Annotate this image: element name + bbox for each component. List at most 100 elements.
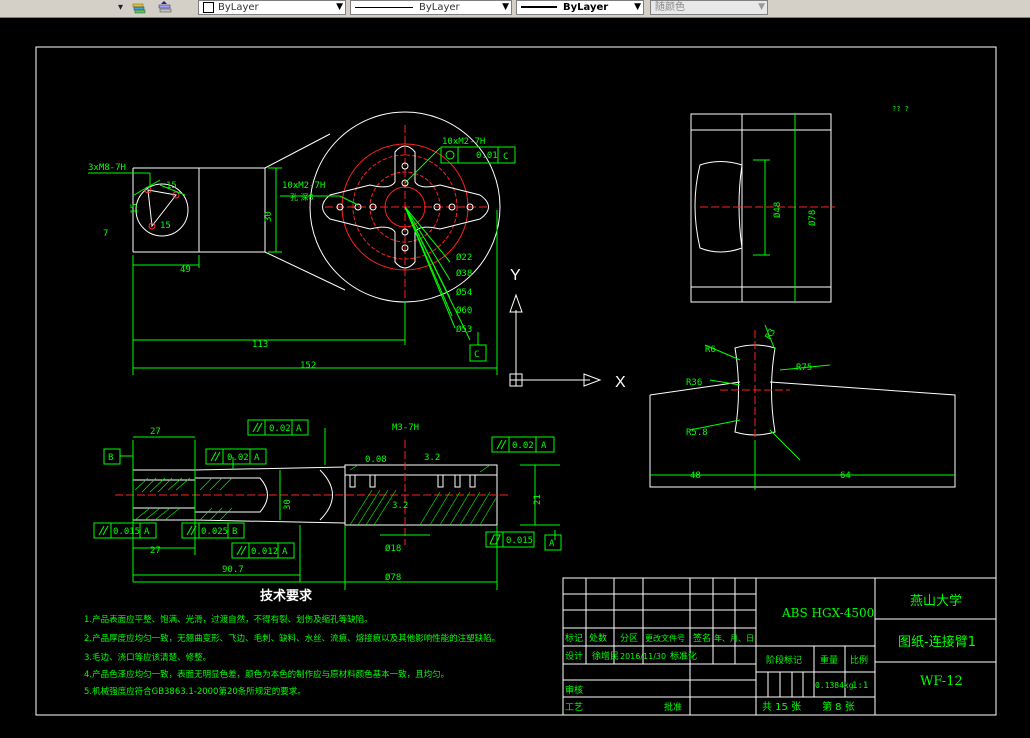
hdr-zone: 分区 bbox=[620, 633, 638, 644]
dropdown-arrow-icon[interactable]: ▾ bbox=[118, 0, 123, 16]
sect-dim-r75: R75 bbox=[796, 363, 812, 373]
hole-note: 3xM8-7H bbox=[88, 163, 126, 173]
datum-a-box: A bbox=[549, 539, 555, 549]
tol-4-datum: A bbox=[144, 527, 150, 537]
tol-1-datum: A bbox=[296, 424, 302, 434]
linetype-sample-icon bbox=[355, 6, 413, 8]
bolt-note: 10xM2-7H bbox=[442, 137, 485, 147]
dim-152: 152 bbox=[300, 361, 316, 371]
dim-7: 7 bbox=[103, 229, 108, 239]
ucs-y-label: Y bbox=[510, 267, 521, 284]
color-swatch-icon bbox=[203, 1, 214, 13]
chevron-down-icon: ▼ bbox=[336, 2, 343, 12]
tech-req-item: 4.产品色泽应均匀一致，表面无明显色差，颜色为本色的制作应与原材料颜色基本一致，… bbox=[84, 669, 449, 680]
tol-2-value: 0.02 bbox=[227, 453, 249, 463]
top-view-dims: 3xM8-7H 10xM2-7H 10xM2-7H 孔 深8 15 15 15 … bbox=[88, 137, 508, 371]
dim-27b: 27 bbox=[150, 546, 161, 556]
bolt-note-2: 10xM2-7H bbox=[282, 181, 325, 191]
hdr-docno: 更改文件号 bbox=[645, 633, 685, 643]
design-date: 2016/11/30 bbox=[620, 652, 666, 661]
weight-label: 重量 bbox=[820, 654, 838, 666]
dim-3-2b: 3.2 bbox=[392, 501, 408, 511]
lineweight-sample-icon bbox=[521, 6, 557, 8]
side-dim-a: Ø48 bbox=[772, 202, 783, 218]
dim-m3: M3-7H bbox=[392, 423, 419, 433]
stage-label: 阶段标记 bbox=[766, 654, 802, 666]
layer-color-value: ByLayer bbox=[218, 2, 259, 13]
tol-3-datum: A bbox=[541, 441, 547, 451]
ucs-icon: Y X bbox=[509, 267, 626, 391]
sect-dim-r6: R6 bbox=[705, 345, 716, 355]
dim-30: 30 bbox=[264, 211, 274, 222]
dim-90: 90.7 bbox=[222, 565, 244, 575]
section-view: R6 R36 R75 R5.8 R3 48 64 bbox=[649, 324, 956, 490]
hdr-sign: 签名 bbox=[693, 632, 711, 644]
datum-b-box: B bbox=[108, 453, 113, 463]
lineweight-value: ByLayer bbox=[563, 2, 609, 13]
review-label: 审核 bbox=[565, 684, 583, 696]
title-block: ABS HGX-4500 燕山大学 图纸-连接臂1 WF-12 标记 处数 分区… bbox=[562, 577, 997, 716]
dim-d53: Ø53 bbox=[456, 324, 472, 335]
designer-label: 设计 bbox=[565, 650, 583, 662]
material: ABS HGX-4500 bbox=[781, 606, 874, 620]
chevron-down-icon: ▼ bbox=[634, 2, 641, 12]
arm-block bbox=[198, 167, 266, 253]
side-dim-b: Ø78 bbox=[807, 210, 818, 226]
dim-15b: 15 bbox=[130, 203, 140, 214]
tol-7-value: 0.015 bbox=[506, 536, 533, 546]
sect-dim-r5: R5.8 bbox=[686, 428, 708, 438]
tech-req-item: 1.产品表面应平整、饱满、光滑，过渡自然，不得有裂、划伤及缩孔等缺陷。 bbox=[84, 614, 373, 625]
total-sheets: 共 15 张 bbox=[762, 701, 801, 713]
parallel-symbols bbox=[98, 422, 507, 556]
tech-req-item: 5.机械强度应符合GB3863.1-2000第20条所规定的要求。 bbox=[84, 686, 306, 697]
part-number: WF-12 bbox=[920, 674, 963, 689]
layer-previous-icon[interactable] bbox=[132, 1, 146, 14]
side-view: Ø48 Ø78 ?? ? bbox=[690, 105, 909, 303]
sect-dim-64: 64 bbox=[840, 471, 851, 481]
linetype-value: ByLayer bbox=[419, 2, 460, 13]
dim-3-2: 3.2 bbox=[424, 453, 440, 463]
chevron-down-icon: ▼ bbox=[502, 2, 509, 12]
tech-req-item: 3.毛边、浇口等应该清楚、修整。 bbox=[84, 652, 211, 663]
designer-name: 徐增民 bbox=[592, 650, 619, 662]
linetype-combo[interactable]: ByLayer ▼ bbox=[350, 0, 512, 15]
ucs-x-label: X bbox=[615, 374, 626, 391]
dim-18: Ø18 bbox=[385, 543, 401, 554]
dim-15a: 15 bbox=[166, 181, 177, 191]
dim-d54: Ø54 bbox=[456, 287, 472, 298]
flatness-icon bbox=[489, 534, 501, 545]
weight-value: 0.1384kg bbox=[815, 681, 854, 690]
tol-2-datum: A bbox=[254, 453, 260, 463]
tol-1-value: 0.02 bbox=[269, 424, 291, 434]
tol-5-value: 0.025 bbox=[201, 527, 228, 537]
dim-21: 21 bbox=[533, 494, 543, 505]
tol-6-datum: A bbox=[282, 547, 288, 557]
corner-note: ?? ? bbox=[892, 105, 909, 113]
layer-color-combo[interactable]: ByLayer ▼ bbox=[198, 0, 346, 15]
lineweight-combo[interactable]: ByLayer ▼ bbox=[516, 0, 644, 15]
drawing-canvas[interactable]: 3xM8-7H 10xM2-7H 10xM2-7H 孔 深8 15 15 15 … bbox=[0, 17, 1030, 738]
plotstyle-combo[interactable]: 随颜色 ▼ bbox=[650, 0, 768, 15]
dim-15c: 15 bbox=[160, 221, 171, 231]
scale-label: 比例 bbox=[850, 654, 868, 666]
dim-0-08: 0.08 bbox=[365, 455, 387, 465]
plotstyle-value: 随颜色 bbox=[655, 2, 685, 13]
tol-flat: 0.01 bbox=[476, 151, 498, 161]
hdr-count: 处数 bbox=[589, 632, 607, 644]
hdr-date: 年、月、日 bbox=[714, 633, 754, 643]
school-name: 燕山大学 bbox=[910, 593, 962, 609]
datum-c-box: C bbox=[474, 350, 479, 360]
dim-d60: Ø60 bbox=[456, 305, 472, 316]
layer-states-icon[interactable] bbox=[158, 1, 172, 14]
dim-49: 49 bbox=[180, 265, 191, 275]
std-label: 标准化 bbox=[670, 650, 697, 662]
sect-dim-r3: R3 bbox=[764, 327, 778, 341]
arm-bottom-edge bbox=[133, 251, 346, 291]
tolerance-frames bbox=[93, 419, 562, 559]
top-view: 3xM8-7H 10xM2-7H 10xM2-7H 孔 深8 15 15 15 … bbox=[88, 111, 516, 375]
sect-dim-48: 48 bbox=[690, 471, 701, 481]
chevron-down-icon: ▼ bbox=[758, 2, 765, 12]
hdr-mark: 标记 bbox=[565, 632, 583, 644]
tol-5-datum: B bbox=[232, 527, 237, 537]
front-view: 0.02 A 0.02 A 0.02 A 0.015 A 0.025 B 0.0… bbox=[93, 419, 562, 590]
